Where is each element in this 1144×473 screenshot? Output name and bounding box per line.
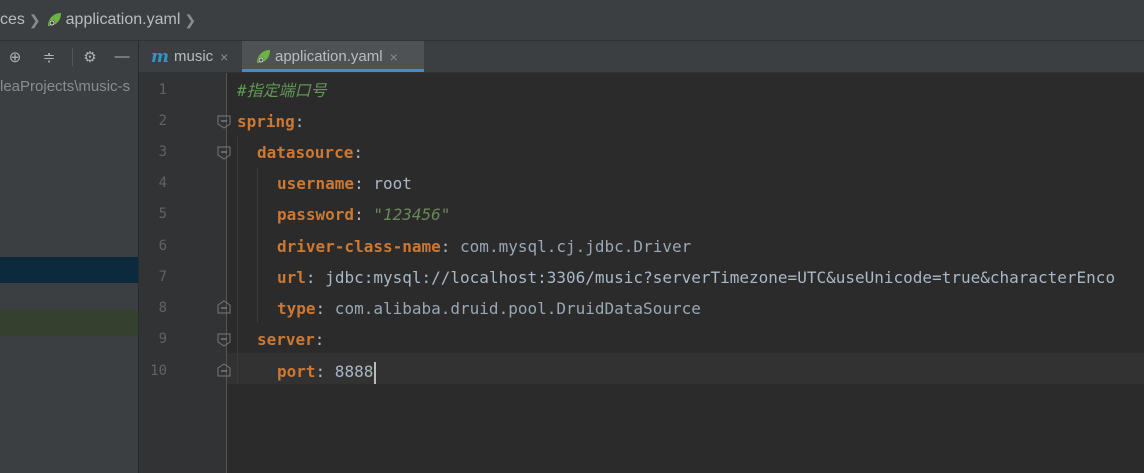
tab-application-yaml[interactable]: application.yaml × <box>242 41 424 72</box>
breadcrumb-item-file[interactable]: application.yaml <box>45 11 181 29</box>
text-caret <box>374 361 377 384</box>
hide-panel-icon[interactable]: — <box>113 48 131 66</box>
yaml-colon: : <box>315 299 326 318</box>
selected-tree-row[interactable] <box>0 257 138 283</box>
yaml-key: driver-class-name <box>277 237 441 256</box>
yaml-value: com.mysql.cj.jdbc.Driver <box>450 237 692 256</box>
tab-label: music <box>174 48 214 65</box>
yaml-key: type <box>277 299 316 318</box>
yaml-key: datasource <box>257 143 354 162</box>
close-icon[interactable]: × <box>390 49 398 65</box>
project-path[interactable]: leaProjects\music-s <box>0 78 130 95</box>
toolbar-divider <box>72 47 73 66</box>
locate-icon[interactable]: ⊕ <box>6 48 24 66</box>
indent-guide <box>257 168 258 323</box>
yaml-colon: : <box>354 174 364 193</box>
project-panel: leaProjects\music-s <box>0 72 138 473</box>
yaml-colon: : <box>314 330 325 349</box>
code-line[interactable]: spring: <box>237 106 304 137</box>
yaml-value: 8888 <box>325 362 374 381</box>
chevron-right-icon: ❯ <box>184 11 197 28</box>
tab-music[interactable]: m music × <box>139 41 241 72</box>
yaml-colon: : <box>294 112 305 131</box>
yaml-value: jdbc:mysql://localhost:3306/music?server… <box>315 268 1116 287</box>
code-line[interactable]: password: "123456" <box>277 199 450 230</box>
line-number: 10 <box>150 363 167 379</box>
yaml-key: url <box>277 268 306 287</box>
breadcrumb: ces ❯ application.yaml ❯ <box>0 0 1144 41</box>
code-line[interactable]: port: 8888 <box>277 356 377 387</box>
breadcrumb-parent-label: ces <box>0 11 25 28</box>
yaml-string-value: "123456" <box>363 205 451 224</box>
editor-tab-bar: m music × application.yaml × <box>139 41 1144 73</box>
code-line[interactable]: #指定端口号 <box>237 75 327 106</box>
fold-start-icon[interactable] <box>217 333 231 347</box>
line-number: 1 <box>158 82 167 98</box>
code-line[interactable]: type: com.alibaba.druid.pool.DruidDataSo… <box>277 293 701 324</box>
gear-icon[interactable]: ⚙ <box>81 48 99 66</box>
breadcrumb-item-parent[interactable]: ces <box>0 11 25 29</box>
tab-label: application.yaml <box>275 48 383 65</box>
spring-leaf-icon <box>257 49 270 63</box>
yaml-colon: : <box>305 268 316 287</box>
breadcrumb-file-label: application.yaml <box>65 11 181 28</box>
code-line[interactable]: url: jdbc:mysql://localhost:3306/music?s… <box>277 262 1115 293</box>
project-toolbar: ⊕ ≑ ⚙ — <box>0 41 138 73</box>
maven-m-icon: m <box>151 46 169 67</box>
collapse-all-icon[interactable]: ≑ <box>40 48 58 66</box>
active-tab-indicator <box>242 69 424 72</box>
code-line[interactable]: username: root <box>277 168 412 199</box>
yaml-value: com.alibaba.druid.pool.DruidDataSource <box>325 299 701 318</box>
fold-end-icon[interactable] <box>217 363 231 377</box>
yaml-key: spring <box>237 112 295 131</box>
yaml-key: server <box>257 330 315 349</box>
yaml-key: username <box>277 174 355 193</box>
line-number: 3 <box>158 144 167 160</box>
yaml-key: port <box>277 362 316 381</box>
yaml-colon: : <box>354 205 364 224</box>
yaml-comment: #指定端口号 <box>237 81 327 100</box>
line-number: 2 <box>158 113 167 129</box>
code-line[interactable]: server: <box>257 324 324 355</box>
yaml-colon: : <box>315 362 326 381</box>
line-number: 7 <box>158 269 167 285</box>
highlighted-tree-row[interactable] <box>0 310 138 336</box>
fold-start-icon[interactable] <box>217 115 231 129</box>
code-line[interactable]: driver-class-name: com.mysql.cj.jdbc.Dri… <box>277 231 691 262</box>
code-line[interactable]: datasource: <box>257 137 363 168</box>
fold-start-icon[interactable] <box>217 146 231 160</box>
line-number: 8 <box>158 300 167 316</box>
fold-end-icon[interactable] <box>217 300 231 314</box>
close-icon[interactable]: × <box>220 49 228 65</box>
yaml-colon: : <box>353 143 363 162</box>
line-number: 9 <box>158 331 167 347</box>
yaml-key: password <box>277 205 355 224</box>
yaml-colon: : <box>440 237 451 256</box>
chevron-right-icon: ❯ <box>28 11 41 28</box>
line-number: 6 <box>158 238 167 254</box>
yaml-value: root <box>363 174 412 193</box>
line-number: 5 <box>158 206 167 222</box>
spring-leaf-icon <box>47 13 61 26</box>
indent-guide <box>237 137 238 385</box>
line-number: 4 <box>158 175 167 191</box>
